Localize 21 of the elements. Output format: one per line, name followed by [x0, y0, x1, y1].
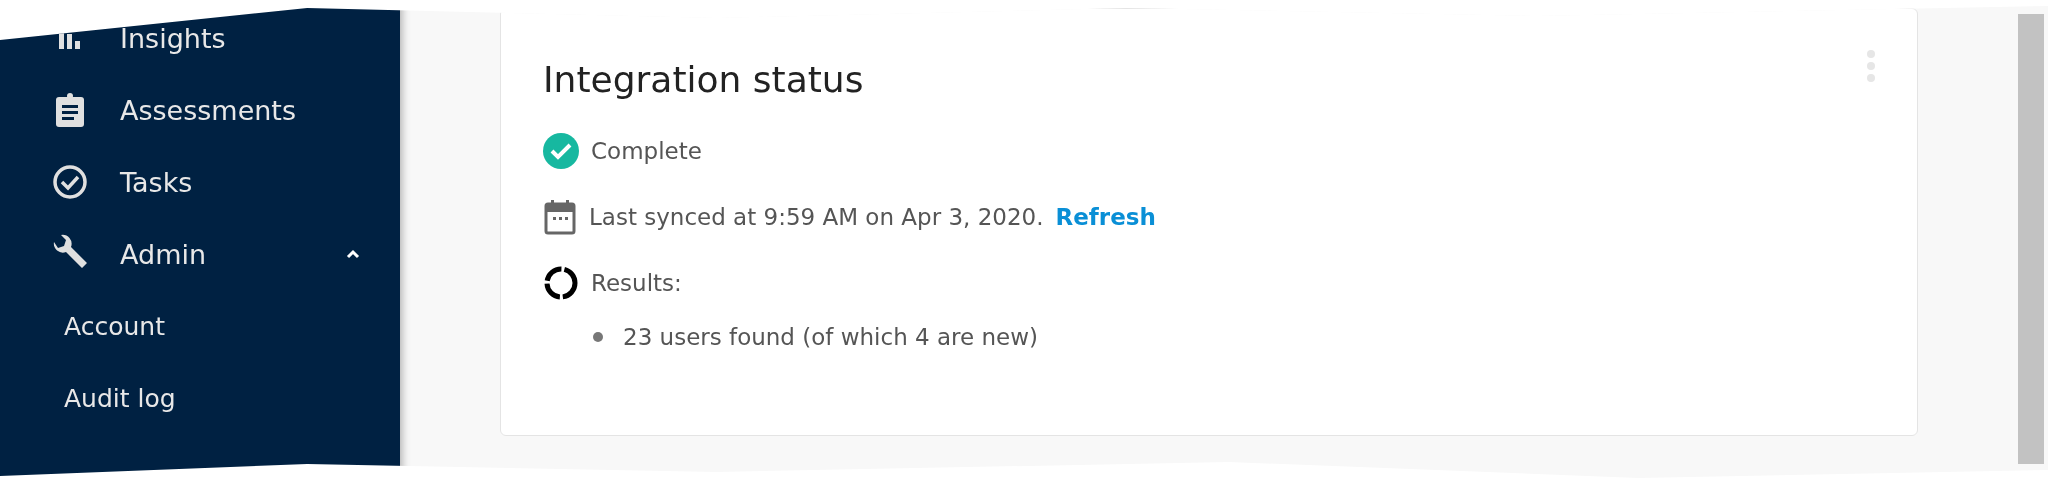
check-circle-icon	[52, 164, 88, 200]
chevron-up-icon	[346, 249, 360, 259]
clipboard-icon	[54, 92, 86, 128]
result-item: 23 users found (of which 4 are new)	[623, 324, 1038, 350]
calendar-icon	[543, 199, 577, 235]
sidebar-item[interactable]: Insights	[0, 2, 400, 74]
more-options-icon[interactable]	[1865, 49, 1877, 83]
sidebar-item[interactable]: Assessments	[0, 74, 400, 146]
results-label: Results:	[591, 270, 682, 296]
sidebar-subitem[interactable]: Audit log	[0, 362, 400, 434]
status-text: Complete	[591, 138, 702, 164]
sidebar-subitem[interactable]: Account	[0, 290, 400, 362]
progress-ring-icon	[543, 265, 579, 301]
refresh-link[interactable]: Refresh	[1055, 204, 1156, 230]
check-circle-icon	[543, 133, 579, 169]
card-title: Integration status	[543, 59, 864, 100]
sidebar-item[interactable]: Tasks	[0, 146, 400, 218]
sync-text: Last synced at 9:59 AM on Apr 3, 2020.	[589, 204, 1044, 230]
sidebar-item[interactable]: Admin	[0, 218, 400, 290]
scrollbar[interactable]	[2018, 14, 2044, 464]
bullet-icon	[593, 332, 603, 342]
